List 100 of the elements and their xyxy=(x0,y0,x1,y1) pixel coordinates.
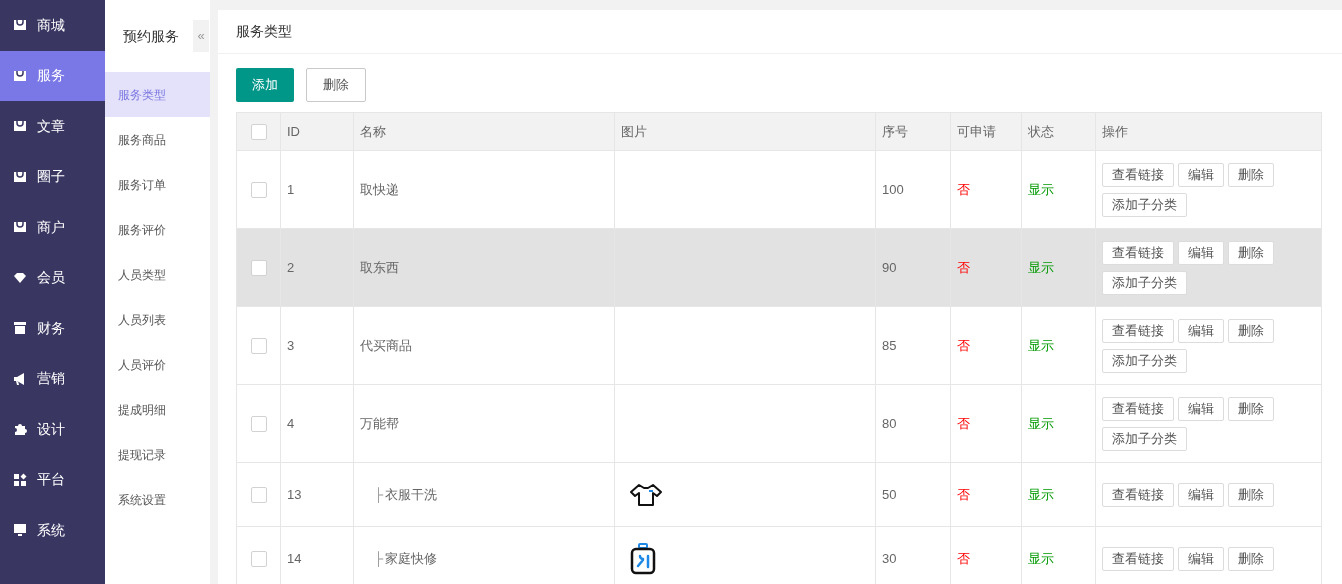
action-button[interactable]: 添加子分类 xyxy=(1102,270,1187,295)
checkbox[interactable] xyxy=(250,486,267,503)
column-header: ID xyxy=(287,122,300,141)
action-button[interactable]: 添加子分类 xyxy=(1102,192,1187,217)
column-header: 序号 xyxy=(882,122,908,141)
table-cell-text: 显示 xyxy=(1028,180,1054,199)
action-button[interactable]: 编辑 xyxy=(1178,546,1224,571)
sub-nav-item[interactable]: 人员列表 xyxy=(105,297,210,342)
table-cell-text: 否 xyxy=(957,180,970,199)
bag-icon xyxy=(13,220,27,235)
table-cell-text: 90 xyxy=(882,258,897,277)
action-button[interactable]: 查看链接 xyxy=(1102,240,1174,265)
table-cell-text: 衣服干洗 xyxy=(385,485,438,504)
action-button[interactable]: 查看链接 xyxy=(1102,546,1174,571)
action-button[interactable]: 删除 xyxy=(1228,482,1274,507)
table-cell-text: 代买商品 xyxy=(360,336,412,355)
action-button[interactable]: 编辑 xyxy=(1178,396,1224,421)
column-header: 可申请 xyxy=(957,122,996,141)
checkbox[interactable] xyxy=(250,123,267,140)
nav-item[interactable]: 营销 xyxy=(0,353,105,404)
sub-sidebar-title: 预约服务 xyxy=(123,26,179,46)
table-cell-text: 家庭快修 xyxy=(385,549,438,568)
action-button[interactable]: 删除 xyxy=(1228,240,1274,265)
grid-icon xyxy=(13,472,27,487)
sub-nav-item[interactable]: 人员类型 xyxy=(105,252,210,297)
gem-icon xyxy=(13,270,27,285)
action-button[interactable]: 编辑 xyxy=(1178,240,1224,265)
table-cell-text: 否 xyxy=(957,414,970,433)
table-cell-text: 显示 xyxy=(1028,549,1054,568)
sub-nav-item[interactable]: 提现记录 xyxy=(105,432,210,477)
action-button[interactable]: 查看链接 xyxy=(1102,318,1174,343)
column-header: 操作 xyxy=(1102,122,1128,141)
action-button[interactable]: 删除 xyxy=(1228,162,1274,187)
table-cell-text: 85 xyxy=(882,336,897,355)
checkbox[interactable] xyxy=(250,259,267,276)
add-button[interactable]: 添加 xyxy=(236,68,294,102)
action-button[interactable]: 编辑 xyxy=(1178,482,1224,507)
table-cell-text: 80 xyxy=(882,414,897,433)
bag-icon xyxy=(13,18,27,33)
table-cell-text: 4 xyxy=(287,414,295,433)
checkbox[interactable] xyxy=(250,181,267,198)
nav-item[interactable]: 文章 xyxy=(0,101,105,152)
checkbox[interactable] xyxy=(250,337,267,354)
action-button[interactable]: 查看链接 xyxy=(1102,162,1174,187)
sub-nav-item[interactable]: 提成明细 xyxy=(105,387,210,432)
table-cell-text: 否 xyxy=(957,258,970,277)
sub-nav-item[interactable]: 服务订单 xyxy=(105,162,210,207)
column-header: 名称 xyxy=(360,122,386,141)
table-cell-text: 100 xyxy=(882,180,904,199)
table-cell-text: 13 xyxy=(287,485,302,504)
checkbox[interactable] xyxy=(250,415,267,432)
action-button[interactable]: 编辑 xyxy=(1178,318,1224,343)
tree-branch-mark: ├ xyxy=(374,485,384,505)
nav-item[interactable]: 系统 xyxy=(0,505,105,556)
checkbox[interactable] xyxy=(250,550,267,567)
nav-item[interactable]: 圈子 xyxy=(0,151,105,202)
table-cell-text: 显示 xyxy=(1028,485,1054,504)
sub-nav-item[interactable]: 服务商品 xyxy=(105,117,210,162)
nav-item[interactable]: 财务 xyxy=(0,303,105,354)
table-cell-text: 万能帮 xyxy=(360,414,399,433)
column-header: 图片 xyxy=(621,122,647,141)
monitor-icon xyxy=(13,523,27,538)
tree-branch-mark: ├ xyxy=(374,549,384,569)
table-cell-text: 2 xyxy=(287,258,295,277)
table-cell-text: 3 xyxy=(287,336,295,355)
action-button[interactable]: 添加子分类 xyxy=(1102,426,1187,451)
nav-item[interactable]: 商户 xyxy=(0,202,105,253)
toolkit-icon xyxy=(629,541,657,576)
action-button[interactable]: 编辑 xyxy=(1178,162,1224,187)
table-cell-text: 显示 xyxy=(1028,414,1054,433)
bag-icon xyxy=(13,68,27,83)
nav-item[interactable]: 设计 xyxy=(0,404,105,455)
action-button[interactable]: 添加子分类 xyxy=(1102,348,1187,373)
megaphone-icon xyxy=(13,371,27,386)
sub-nav-item[interactable]: 人员评价 xyxy=(105,342,210,387)
action-button[interactable]: 查看链接 xyxy=(1102,482,1174,507)
bag-icon xyxy=(13,119,27,134)
table-cell-text: 显示 xyxy=(1028,336,1054,355)
sub-nav-item[interactable]: 服务评价 xyxy=(105,207,210,252)
sub-nav-item[interactable]: 系统设置 xyxy=(105,477,210,522)
action-button[interactable]: 删除 xyxy=(1228,546,1274,571)
table-cell-text: 显示 xyxy=(1028,258,1054,277)
action-button[interactable]: 删除 xyxy=(1228,396,1274,421)
table-cell-text: 取东西 xyxy=(360,258,399,277)
box-icon xyxy=(13,321,27,336)
table-cell-text: 否 xyxy=(957,336,970,355)
action-button[interactable]: 删除 xyxy=(1228,318,1274,343)
table-cell-text: 1 xyxy=(287,180,295,199)
action-button[interactable]: 查看链接 xyxy=(1102,396,1174,421)
nav-item[interactable]: 服务 xyxy=(0,50,105,101)
bag-icon xyxy=(13,169,27,184)
nav-item[interactable]: 平台 xyxy=(0,454,105,505)
column-header: 状态 xyxy=(1028,122,1054,141)
delete-button[interactable]: 删除 xyxy=(306,68,366,102)
puzzle-icon xyxy=(13,422,27,437)
nav-item[interactable]: 会员 xyxy=(0,252,105,303)
nav-item[interactable]: 商城 xyxy=(0,0,105,51)
page-title: 服务类型 xyxy=(236,22,292,41)
table-cell-text: 否 xyxy=(957,549,970,568)
table-cell-text: 取快递 xyxy=(360,180,399,199)
